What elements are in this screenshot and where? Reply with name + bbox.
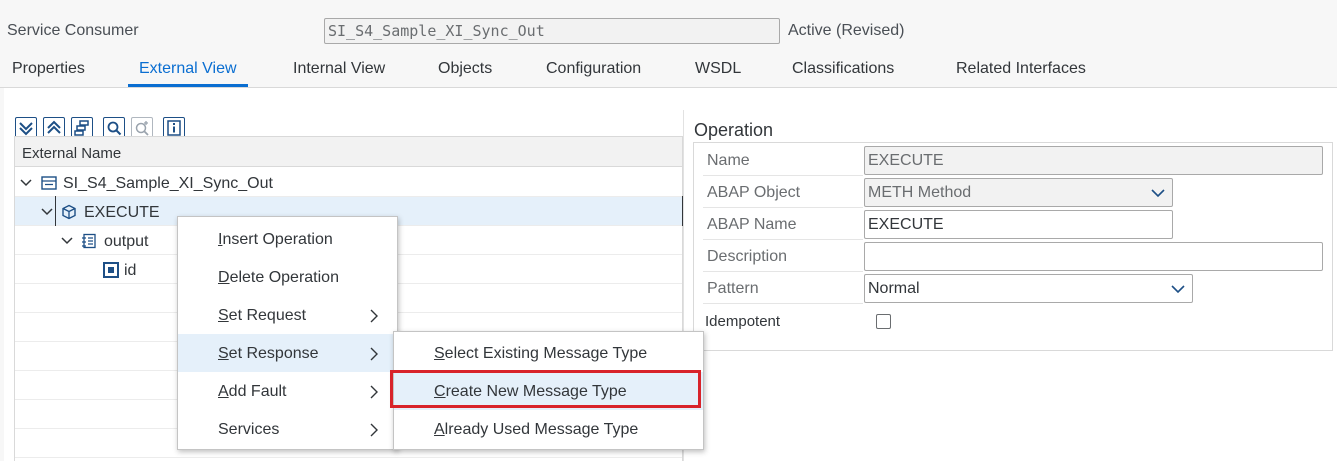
tab-wsdl[interactable]: WSDL: [695, 60, 741, 78]
menu-item-label: Delete Operation: [218, 269, 339, 286]
chevron-right-icon: [370, 423, 378, 437]
tab-classifications[interactable]: Classifications: [792, 60, 894, 78]
divider: [703, 239, 863, 240]
idempotent-checkbox[interactable]: [876, 314, 891, 329]
pattern-label: Pattern: [707, 280, 759, 297]
divider: [703, 303, 863, 304]
highlight-box: [390, 370, 701, 408]
tab-properties[interactable]: Properties: [12, 60, 85, 78]
info-icon: [167, 120, 181, 136]
tree-node-label[interactable]: output: [104, 233, 148, 251]
collapse-all-icon: [47, 120, 61, 134]
menu-item-select-existing-message-type[interactable]: Select Existing Message Type: [394, 334, 703, 372]
search-next-icon: [135, 121, 149, 136]
chevron-down-icon: [1171, 285, 1185, 294]
menu-item-label: Select Existing Message Type: [434, 345, 648, 362]
abap-object-label: ABAP Object: [707, 184, 801, 201]
object-type-label: Service Consumer: [7, 22, 139, 39]
abap-name-field[interactable]: EXECUTE: [864, 210, 1173, 239]
message-icon: [82, 233, 96, 249]
menu-item-set-request[interactable]: Set Request: [178, 296, 397, 334]
menu-item-add-fault[interactable]: Add Fault: [178, 372, 397, 410]
search-icon: [107, 121, 122, 136]
chevron-down-icon[interactable]: [20, 178, 32, 188]
menu-item-label: Already Used Message Type: [434, 421, 639, 438]
tab-internal-view[interactable]: Internal View: [293, 60, 385, 78]
divider: [703, 207, 863, 208]
abap-object-select[interactable]: METH Method: [864, 178, 1173, 207]
chevron-down-icon[interactable]: [61, 236, 73, 246]
section-title: Operation: [694, 120, 774, 140]
idempotent-label: Idempotent: [705, 313, 781, 330]
menu-item-already-used-message-type[interactable]: Already Used Message Type: [394, 410, 703, 448]
menu-item-label: Set Request: [218, 307, 307, 324]
menu-item-delete-operation[interactable]: Delete Operation: [178, 258, 397, 296]
menu-item-label: Services: [218, 421, 280, 438]
object-name-field[interactable]: SI_S4_Sample_XI_Sync_Out: [324, 18, 780, 44]
divider: [703, 175, 863, 176]
name-label: Name: [707, 152, 750, 169]
field-icon: [103, 262, 119, 278]
context-menu: Insert Operation Delete Operation Set Re…: [177, 216, 398, 450]
chevron-right-icon: [370, 347, 378, 361]
hierarchy-icon: [74, 120, 89, 136]
pattern-select[interactable]: Normal: [864, 274, 1193, 303]
abap-name-label: ABAP Name: [707, 216, 797, 233]
tree-node-label[interactable]: id: [124, 262, 136, 280]
menu-item-services[interactable]: Services: [178, 410, 397, 448]
description-field[interactable]: [864, 242, 1323, 271]
expand-all-icon: [19, 122, 33, 136]
menu-item-insert-operation[interactable]: Insert Operation: [178, 220, 397, 258]
menu-item-label: Insert Operation: [218, 231, 333, 248]
tree-node-label[interactable]: SI_S4_Sample_XI_Sync_Out: [63, 175, 273, 193]
menu-item-set-response[interactable]: Set Response: [178, 334, 397, 372]
tab-configuration[interactable]: Configuration: [546, 60, 641, 78]
tab-objects[interactable]: Objects: [438, 60, 492, 78]
column-header-external-name[interactable]: External Name: [22, 145, 121, 162]
divider: [703, 271, 863, 272]
name-field[interactable]: EXECUTE: [864, 146, 1323, 175]
pattern-value: Normal: [868, 280, 920, 297]
interface-icon: [41, 176, 57, 190]
chevron-right-icon: [370, 309, 378, 323]
abap-object-value: METH Method: [868, 184, 972, 201]
tab-related-interfaces[interactable]: Related Interfaces: [956, 60, 1086, 78]
tab-external-view[interactable]: External View: [139, 60, 237, 78]
menu-item-label: Add Fault: [218, 383, 287, 400]
chevron-down-icon[interactable]: [41, 207, 53, 217]
active-tab-indicator: [128, 84, 248, 87]
description-label: Description: [707, 248, 788, 265]
chevron-down-icon: [1151, 189, 1165, 198]
menu-item-label: Set Response: [218, 345, 319, 362]
operation-cube-icon: [62, 204, 76, 220]
chevron-right-icon: [370, 385, 378, 399]
status-text: Active (Revised): [788, 22, 905, 39]
tree-node-label[interactable]: EXECUTE: [84, 204, 160, 222]
